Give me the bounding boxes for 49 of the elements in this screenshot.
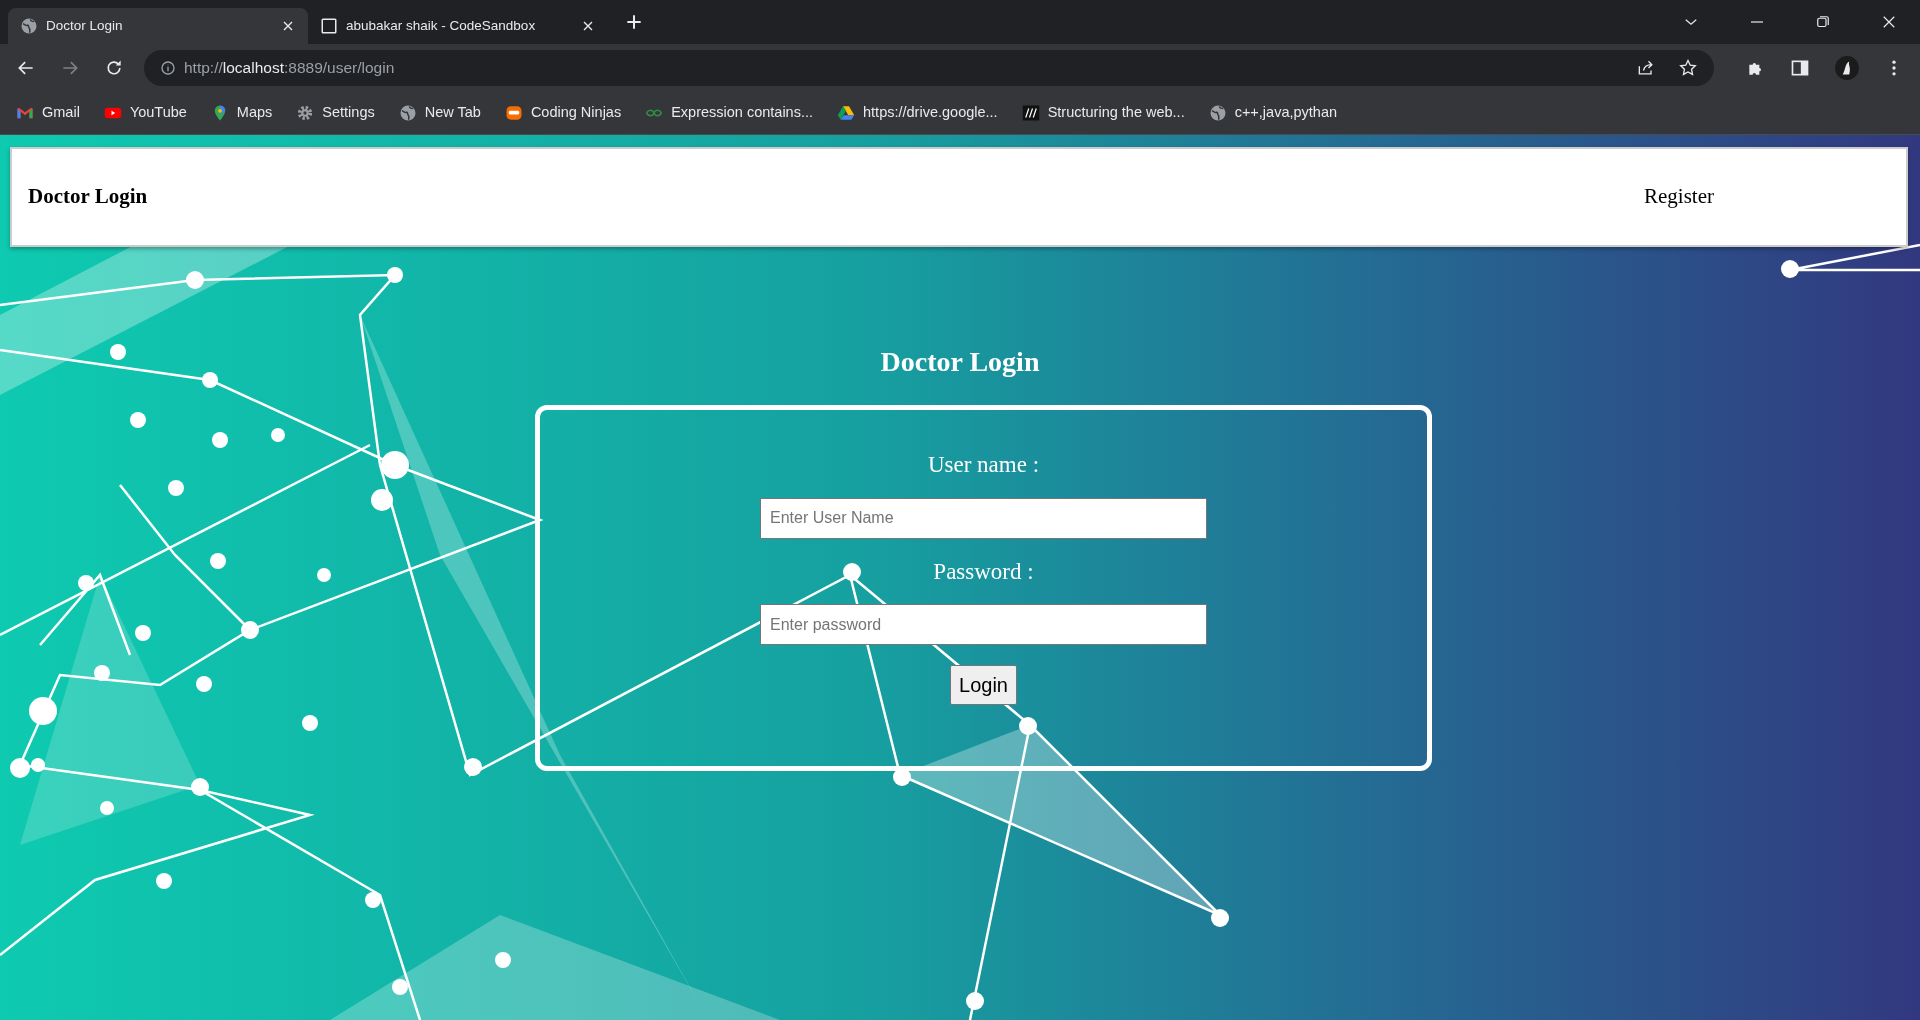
browser-tab[interactable]: Doctor Login [8, 8, 308, 44]
page-heading: Doctor Login [880, 346, 1040, 377]
bookmark[interactable]: Expression contains... [645, 102, 814, 124]
login-button[interactable]: Login [950, 665, 1017, 705]
avatar-icon[interactable] [1834, 55, 1860, 81]
gear-icon [296, 104, 315, 122]
tab-title: Doctor Login [46, 16, 124, 35]
bookmark-label: Expression contains... [671, 103, 814, 123]
address-bar[interactable]: http://localhost:8889/user/login [144, 50, 1714, 86]
field-label: Password : [933, 557, 1034, 586]
bookmark[interactable]: Settings [296, 102, 375, 124]
plus-icon[interactable] [624, 12, 644, 32]
bookmark[interactable]: YouTube [103, 102, 187, 124]
star-icon[interactable] [1678, 58, 1698, 78]
bookmark[interactable]: Gmail [16, 102, 80, 124]
globe-icon [398, 104, 417, 122]
bookmark-label: Gmail [42, 103, 80, 123]
info-icon [160, 60, 176, 76]
slash-m-icon [1021, 104, 1040, 122]
input-field[interactable]: Enter password [760, 604, 1207, 645]
bookmark-label: Maps [236, 103, 273, 123]
globe-icon [20, 17, 38, 35]
input-field[interactable]: Enter User Name [760, 497, 1207, 539]
side-panel-icon[interactable] [1790, 58, 1810, 78]
tab-title: abubakar shaik - CodeSandbox [346, 16, 537, 35]
share-icon[interactable] [1636, 58, 1656, 78]
globe-icon [1208, 104, 1227, 122]
bookmark[interactable]: Maps [210, 102, 273, 124]
bookmark-label: YouTube [129, 103, 187, 123]
bookmark-label: Settings [322, 103, 375, 123]
triangle-icon [837, 104, 856, 122]
bookmark[interactable]: Structuring the web... [1021, 102, 1185, 124]
ninja-icon [504, 104, 523, 122]
bookmark[interactable]: New Tab [398, 102, 481, 124]
bookmark-label: c++,java,pythan [1234, 103, 1338, 123]
bookmark[interactable]: https://drive.google... [837, 102, 998, 124]
reload-icon[interactable] [104, 58, 124, 78]
bookmark[interactable]: c++,java,pythan [1208, 102, 1338, 124]
brand-title: Doctor Login [28, 183, 148, 211]
bookmark-label: New Tab [424, 103, 481, 123]
url-text: http://localhost:8889/user/login [184, 58, 396, 79]
browser-tab[interactable]: abubakar shaik - CodeSandbox [308, 8, 608, 44]
field-label: User name : [927, 451, 1040, 479]
square-icon [320, 17, 338, 35]
bookmark-label: https://drive.google... [863, 103, 998, 123]
bookmark-label: Structuring the web... [1047, 103, 1185, 123]
nav-link[interactable]: Register [1644, 181, 1714, 213]
bookmark[interactable]: Coding Ninjas [504, 102, 622, 124]
bookmark-label: Coding Ninjas [530, 103, 622, 123]
